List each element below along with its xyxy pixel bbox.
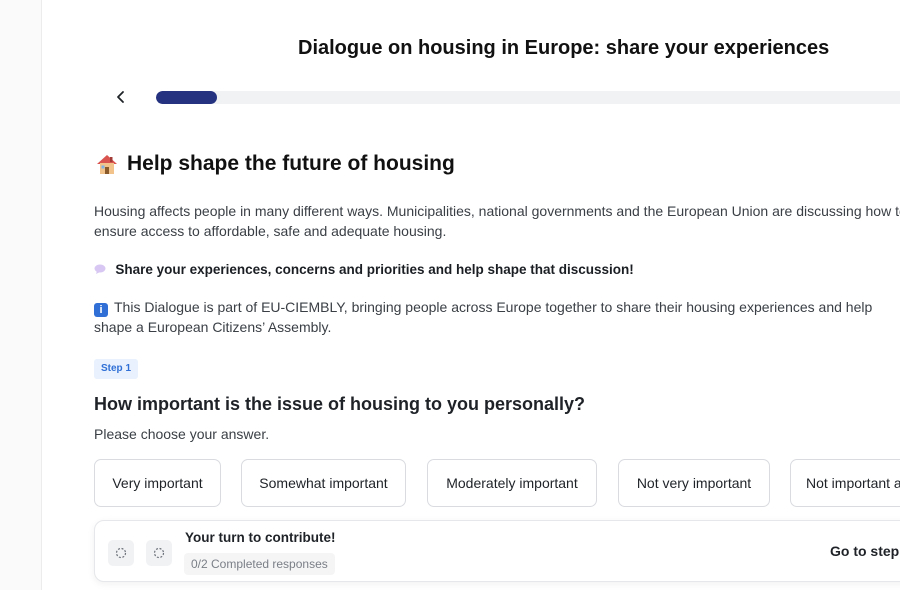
- progress-bar: [156, 91, 900, 104]
- info-paragraph-text: This Dialogue is part of EU-CIEMBLY, bri…: [94, 299, 873, 335]
- option-moderately-important[interactable]: Moderately important: [427, 459, 597, 507]
- turn-title: Your turn to contribute!: [185, 530, 336, 545]
- option-very-important[interactable]: Very important: [94, 459, 221, 507]
- chevron-left-icon: [117, 91, 124, 103]
- go-to-step-button[interactable]: Go to step: [830, 543, 899, 559]
- left-rail: [0, 0, 42, 590]
- call-to-action-text: Share your experiences, concerns and pri…: [115, 262, 634, 277]
- progress-fill: [156, 91, 217, 104]
- completed-responses: 0/2 Completed responses: [184, 553, 335, 575]
- option-somewhat-important[interactable]: Somewhat important: [241, 459, 406, 507]
- option-not-important-at-all[interactable]: Not important at all: [790, 459, 900, 507]
- step-status-icon: [108, 540, 134, 566]
- speech-bubble-icon: [94, 263, 109, 277]
- step-badge: Step 1: [94, 359, 139, 379]
- info-paragraph: i This Dialogue is part of EU-CIEMBLY, br…: [94, 297, 900, 337]
- step-status-icon: [146, 540, 172, 566]
- section-heading: Help shape the future of housing: [95, 152, 455, 176]
- back-button[interactable]: [110, 86, 132, 108]
- intro-paragraph: Housing affects people in many different…: [94, 203, 900, 239]
- section-heading-text: Help shape the future of housing: [127, 152, 455, 175]
- contribution-bar: Your turn to contribute! 0/2 Completed r…: [94, 520, 900, 582]
- option-not-very-important[interactable]: Not very important: [618, 459, 770, 507]
- dashed-circle-icon: [153, 547, 165, 559]
- dashed-circle-icon: [115, 547, 127, 559]
- question-title: How important is the issue of housing to…: [94, 394, 586, 414]
- house-icon: [97, 155, 117, 174]
- info-icon: i: [94, 303, 108, 317]
- page-title: Dialogue on housing in Europe: share you…: [298, 37, 830, 59]
- call-to-action: Share your experiences, concerns and pri…: [94, 260, 900, 280]
- question-hint: Please choose your answer.: [94, 426, 270, 442]
